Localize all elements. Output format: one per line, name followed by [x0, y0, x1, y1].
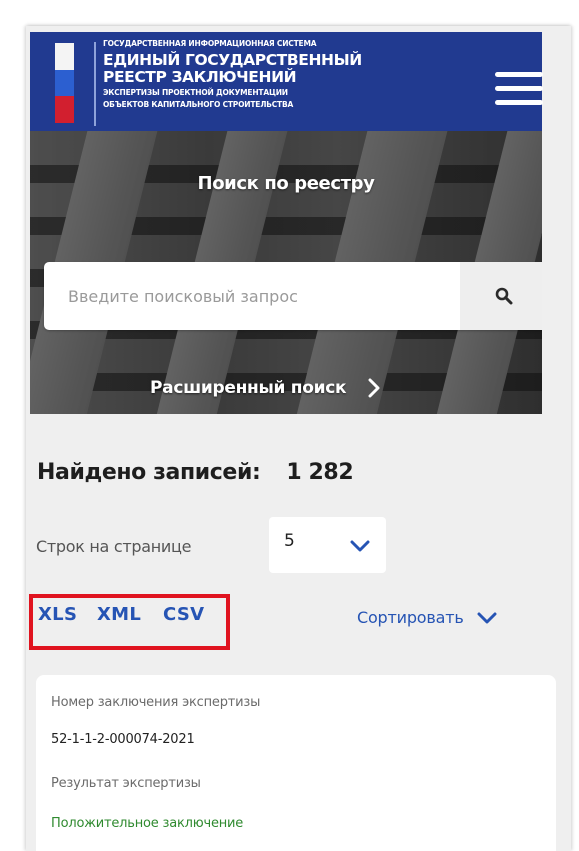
sort-dropdown[interactable]: Сортировать: [357, 608, 497, 627]
brand-line-3: реестр заключений: [103, 68, 297, 87]
advanced-search-label: Расширенный поиск: [150, 378, 347, 398]
expertise-result-value: Положительное заключение: [51, 816, 244, 831]
advanced-search-link[interactable]: Расширенный поиск: [150, 378, 380, 398]
brand-line-1: Государственная информационная система: [103, 39, 317, 48]
brand-title[interactable]: Государственная информационная система Е…: [103, 39, 403, 109]
result-card[interactable]: Номер заключения экспертизы 52-1-1-2-000…: [36, 675, 556, 851]
export-xls-link[interactable]: XLS: [38, 604, 77, 625]
hamburger-menu-icon[interactable]: [495, 72, 543, 106]
expertise-result-label: Результат экспертизы: [51, 776, 201, 791]
conclusion-number-value: 52-1-1-2-000074-2021: [51, 732, 195, 747]
brand-line-5: объектов капитального строительства: [103, 99, 294, 109]
search-bar: [44, 262, 542, 330]
site-header: Государственная информационная система Е…: [30, 32, 543, 131]
search-icon: [495, 287, 513, 305]
chevron-down-icon: [350, 537, 370, 556]
brand-divider: [94, 42, 96, 126]
rows-per-page-label: Строк на странице: [36, 537, 192, 556]
conclusion-number-label: Номер заключения экспертизы: [51, 695, 261, 710]
sort-label: Сортировать: [357, 608, 464, 627]
search-hero: Поиск по реестру Расширенный поиск: [30, 131, 542, 414]
browser-frame: Государственная информационная система Е…: [26, 26, 571, 851]
export-csv-link[interactable]: CSV: [163, 604, 204, 625]
rows-per-page-value: 5: [284, 531, 295, 551]
search-button[interactable]: [460, 262, 542, 330]
russian-flag-logo: [55, 43, 74, 124]
export-xml-link[interactable]: XML: [97, 604, 141, 625]
hero-title: Поиск по реестру: [197, 173, 375, 194]
brand-line-2: Единый государственный: [103, 51, 362, 70]
chevron-right-icon: [368, 378, 380, 398]
search-input[interactable]: [44, 262, 464, 330]
records-found-label: Найдено записей:: [37, 460, 261, 485]
records-found-count: 1 282: [286, 460, 354, 485]
brand-line-4: экспертизы проектной документации: [103, 88, 288, 98]
chevron-down-icon: [477, 612, 497, 624]
rows-per-page-select[interactable]: 5: [269, 517, 386, 573]
records-found: Найдено записей: 1 282: [37, 460, 354, 485]
